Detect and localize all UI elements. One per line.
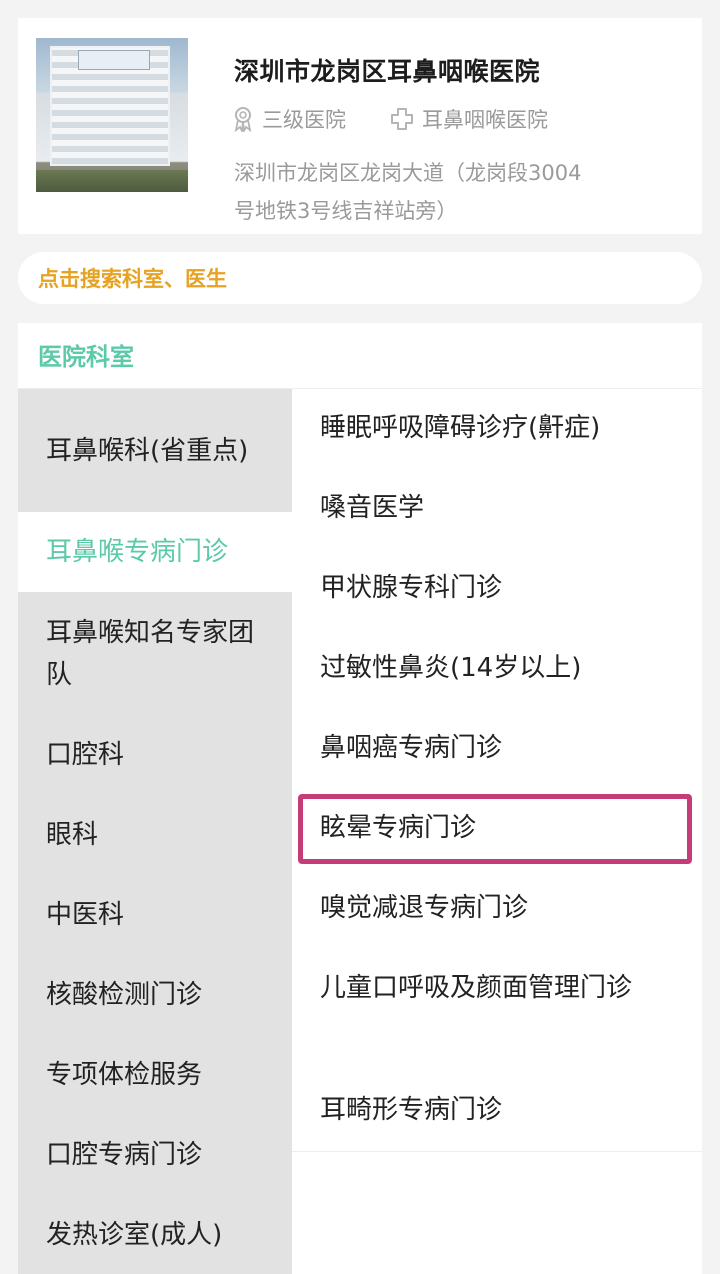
department-panel: 医院科室 耳鼻喉科(省重点) 耳鼻喉专病门诊 耳鼻喉知名专家团队 口腔科 眼科 … — [18, 323, 702, 1274]
search-bar[interactable]: 点击搜索科室、医生 — [18, 252, 702, 304]
clinic-item-nasopharyngeal-cancer[interactable]: 鼻咽癌专病门诊 — [320, 727, 680, 769]
category-item-nucleic-test[interactable]: 核酸检测门诊 — [18, 955, 292, 1035]
hospital-address: 深圳市龙岗区龙岗大道（龙岗段3004号地铁3号线吉祥站旁） — [234, 161, 582, 223]
clinic-item-olfactory[interactable]: 嗅觉减退专病门诊 — [320, 887, 680, 929]
category-item-tcm[interactable]: 中医科 — [18, 875, 292, 955]
search-placeholder: 点击搜索科室、医生 — [38, 267, 227, 291]
vertigo-highlight-box — [298, 794, 692, 864]
category-item-ent-special[interactable]: 耳鼻喉专病门诊 — [18, 512, 292, 592]
medical-cross-icon — [390, 107, 414, 131]
divider — [292, 1151, 702, 1152]
category-item-fever-clinic[interactable]: 发热诊室(成人) — [18, 1195, 292, 1274]
hospital-name: 深圳市龙岗区耳鼻咽喉医院 — [234, 57, 541, 86]
clinic-item-thyroid[interactable]: 甲状腺专科门诊 — [320, 567, 680, 609]
category-item-label: 耳鼻喉专病门诊 — [46, 537, 229, 567]
category-item-ophthalmology[interactable]: 眼科 — [18, 795, 292, 875]
category-item-ent-experts[interactable]: 耳鼻喉知名专家团队 — [18, 592, 292, 715]
category-item-label: 耳鼻喉知名专家团队 — [46, 617, 255, 690]
hospital-type-tag: 耳鼻咽喉医院 — [390, 104, 548, 134]
category-item-ent-key[interactable]: 耳鼻喉科(省重点) — [18, 389, 292, 512]
category-item-label: 耳鼻喉科(省重点) — [46, 435, 249, 466]
award-ribbon-icon — [232, 106, 254, 132]
category-item-label: 口腔专病门诊 — [46, 1140, 203, 1170]
clinic-item-voice[interactable]: 嗓音医学 — [320, 487, 680, 529]
hospital-info-card[interactable]: 深圳市龙岗区耳鼻咽喉医院 三级医院 耳鼻咽喉医院 深圳市龙岗区龙岗大道（龙岗段3… — [18, 18, 702, 234]
category-item-label: 眼科 — [46, 820, 99, 850]
hospital-level-tag: 三级医院 — [232, 104, 346, 134]
clinic-item-allergic-rhinitis[interactable]: 过敏性鼻炎(14岁以上) — [320, 647, 680, 689]
category-item-checkup[interactable]: 专项体检服务 — [18, 1035, 292, 1115]
hospital-type-label: 耳鼻咽喉医院 — [422, 108, 548, 132]
category-item-stomatology[interactable]: 口腔科 — [18, 715, 292, 795]
clinic-item-ear-deformity[interactable]: 耳畸形专病门诊 — [320, 1089, 680, 1131]
clinic-item-sleep-apnea[interactable]: 睡眠呼吸障碍诊疗(鼾症) — [320, 407, 680, 449]
category-item-label: 发热诊室(成人) — [46, 1219, 223, 1250]
category-item-label: 中医科 — [46, 900, 125, 930]
department-section-title: 医院科室 — [38, 343, 134, 371]
category-item-label: 核酸检测门诊 — [46, 980, 203, 1010]
category-item-label: 专项体检服务 — [46, 1060, 203, 1090]
category-item-label: 口腔科 — [46, 740, 125, 770]
department-category-list: 耳鼻喉科(省重点) 耳鼻喉专病门诊 耳鼻喉知名专家团队 口腔科 眼科 中医科 核… — [18, 389, 292, 1274]
category-item-oral-special[interactable]: 口腔专病门诊 — [18, 1115, 292, 1195]
hospital-photo — [36, 38, 188, 192]
clinic-item-child-mouth-breathing[interactable]: 儿童口呼吸及颜面管理门诊 — [320, 967, 680, 1009]
hospital-level-label: 三级医院 — [262, 108, 346, 132]
